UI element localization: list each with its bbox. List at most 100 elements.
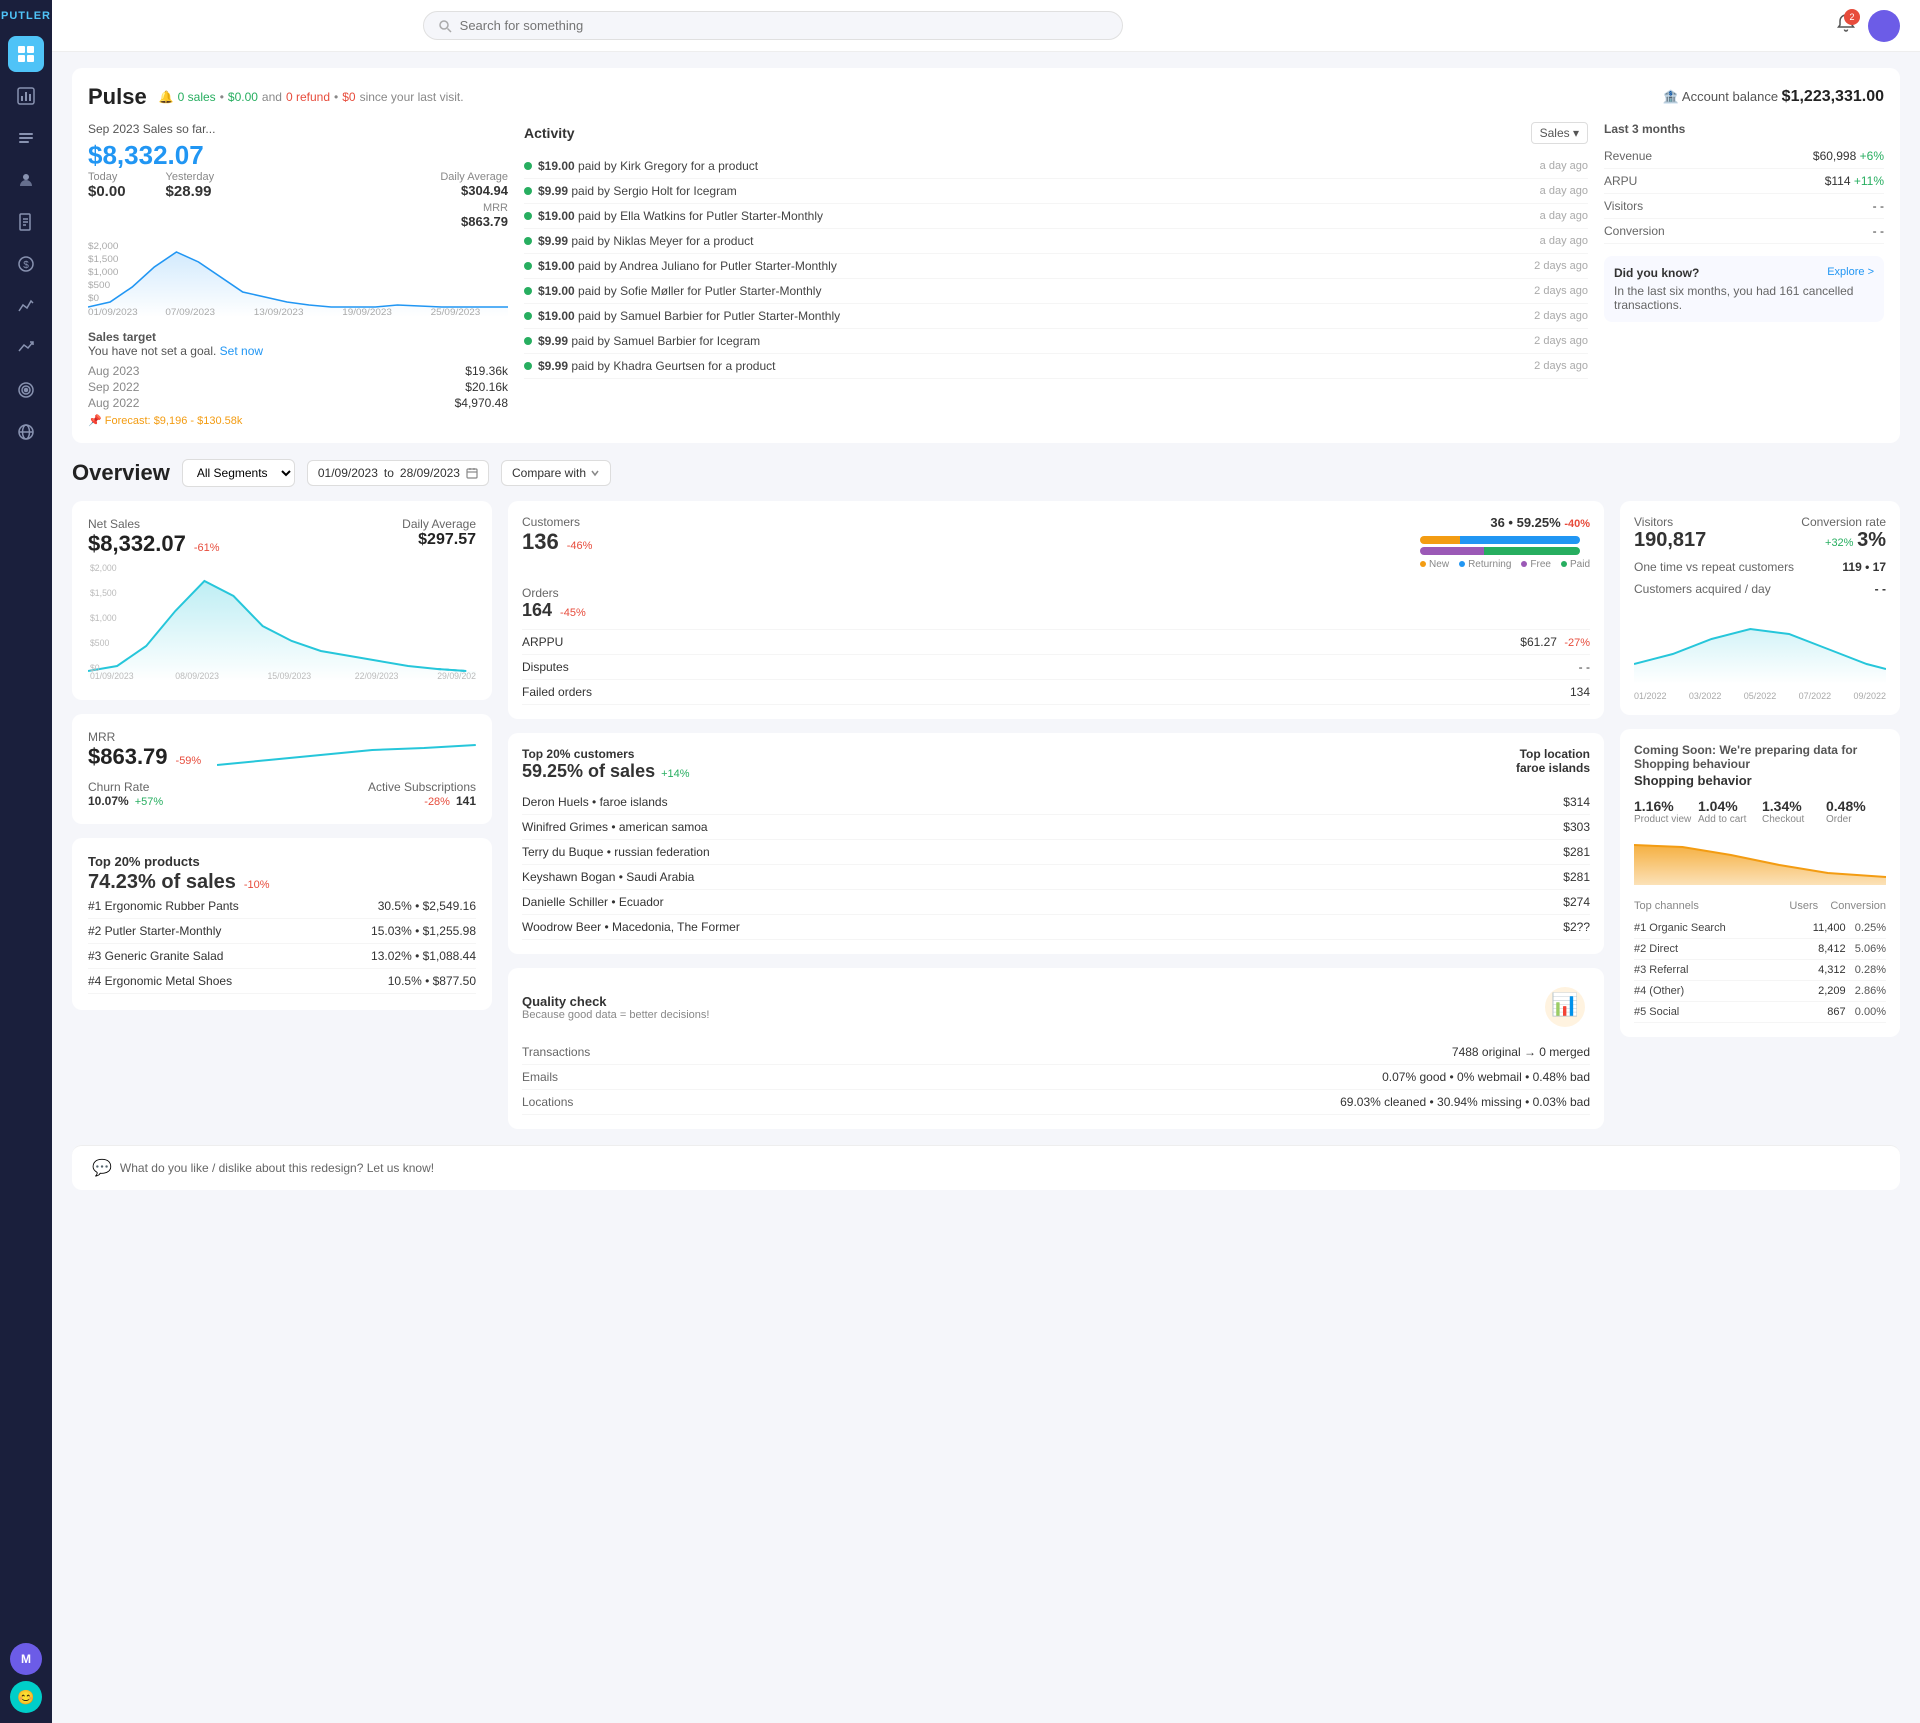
churn-label: Churn Rate [88, 780, 163, 794]
pulse-header: Pulse 🔔 0 sales • $0.00 and 0 refund • $… [88, 84, 1884, 110]
balance-card: Last 3 months Revenue $60,998 +6% ARPU $… [1604, 122, 1884, 427]
sidebar-avatar-face[interactable]: 😊 [10, 1681, 42, 1713]
svg-text:$1,500: $1,500 [90, 588, 117, 598]
pulse-since-text: since your last visit. [360, 90, 464, 104]
list-item: Woodrow Beer • Macedonia, The Former$2?? [522, 915, 1590, 940]
sidebar-item-reports[interactable] [8, 204, 44, 240]
pulse-sales-count: 0 sales [178, 90, 216, 104]
conversion-change-ov: +32% [1825, 537, 1853, 549]
net-sales-chart: 01/09/2023 08/09/2023 15/09/2023 22/09/2… [88, 561, 476, 681]
list-item: Winifred Grimes • american samoa$303 [522, 815, 1590, 840]
list-item: Locations 69.03% cleaned • 30.94% missin… [522, 1090, 1590, 1115]
visitors-chart [1634, 604, 1886, 684]
sidebar-item-analytics[interactable] [8, 288, 44, 324]
activity-dot [524, 262, 532, 270]
user-avatar[interactable] [1868, 10, 1900, 42]
daily-avg-val: $304.94 [440, 183, 508, 198]
net-sales-change: -61% [194, 542, 220, 554]
list-item: #1 Ergonomic Rubber Pants 30.5% • $2,549… [88, 894, 476, 919]
set-now-button[interactable]: Set now [220, 344, 263, 358]
disputes-row: Disputes - - [522, 655, 1590, 680]
sidebar: PUTLER $ M 😊 [0, 0, 52, 1723]
svg-text:$1,000: $1,000 [90, 613, 117, 623]
overview-header: Overview All Segments 01/09/2023 to 28/0… [72, 459, 1900, 487]
top-products-card: Top 20% products 74.23% of sales -10% #1… [72, 838, 492, 1010]
sidebar-avatar-m[interactable]: M [10, 1643, 42, 1675]
customers-label: Customers [522, 515, 592, 529]
search-box[interactable] [423, 11, 1123, 40]
activity-list: $19.00 paid by Kirk Gregory for a produc… [524, 154, 1588, 379]
sales-stat-today: Today $0.00 [88, 171, 126, 229]
active-sub-label: Active Subscriptions [368, 780, 476, 794]
forecast-label: Forecast: [105, 415, 151, 427]
balance-row-visitors: Visitors - - [1604, 194, 1884, 219]
list-item: Danielle Schiller • Ecuador$274 [522, 890, 1590, 915]
cust-legend: New Returning Free Paid [1420, 559, 1590, 570]
target-label: Sales target [88, 330, 156, 344]
sidebar-item-orders[interactable] [8, 120, 44, 156]
sidebar-item-chart[interactable] [8, 78, 44, 114]
cust-bars [1420, 536, 1580, 555]
top-customers-change: +14% [661, 768, 689, 780]
compare-with-button[interactable]: Compare with [501, 460, 611, 486]
quality-sub: Because good data = better decisions! [522, 1009, 709, 1021]
date-range-picker[interactable]: 01/09/2023 to 28/09/2023 [307, 460, 489, 486]
aug2023-period: Aug 2023 [88, 364, 297, 378]
visitors-card: Visitors 190,817 Conversion rate +32% 3%… [1620, 501, 1900, 715]
channels-header: Top channels Users Conversion [1634, 900, 1886, 912]
activity-dropdown[interactable]: Sales ▾ [1531, 122, 1588, 144]
activity-dot [524, 212, 532, 220]
svg-text:19/09/2023: 19/09/2023 [342, 307, 392, 317]
aug2022-amount: $4,970.48 [299, 396, 508, 410]
chevron-down-icon [590, 468, 600, 478]
pulse-refund-amount: $0 [342, 90, 355, 104]
date-to: 28/09/2023 [400, 466, 460, 480]
sidebar-item-trends[interactable] [8, 330, 44, 366]
segment-dropdown[interactable]: All Segments [182, 459, 295, 487]
dyk-explore-button[interactable]: Explore > [1827, 266, 1874, 280]
list-item: $9.99 paid by Samuel Barbier for Icegram… [524, 329, 1588, 354]
sidebar-item-customers[interactable] [8, 162, 44, 198]
list-item: Transactions 7488 original → 0 merged [522, 1040, 1590, 1065]
dyk-title: Did you know? [1614, 266, 1699, 280]
daily-avg-overview: Daily Average $297.57 [402, 517, 476, 549]
sidebar-item-globe[interactable] [8, 414, 44, 450]
conversion-label-ov: Conversion rate [1801, 515, 1886, 529]
header-right: 2 [1836, 10, 1900, 42]
list-item: Emails 0.07% good • 0% webmail • 0.48% b… [522, 1065, 1590, 1090]
sidebar-item-goals[interactable] [8, 372, 44, 408]
search-input[interactable] [460, 18, 1108, 33]
churn-val: 10.07% [88, 794, 129, 808]
notification-button[interactable]: 2 [1836, 13, 1856, 38]
customers-val: 136 [522, 529, 559, 555]
orders-val: 164 [522, 600, 552, 621]
list-item: #2 Direct 8,412 5.06% [1634, 939, 1886, 960]
svg-text:25/09/2023: 25/09/2023 [431, 307, 481, 317]
svg-text:$500: $500 [88, 280, 110, 290]
sidebar-item-payments[interactable]: $ [8, 246, 44, 282]
yesterday-label: Yesterday [166, 171, 215, 183]
top-customers-pct: 59.25% of sales [522, 761, 655, 782]
sidebar-item-dashboard[interactable] [8, 36, 44, 72]
top-products-label: Top 20% products [88, 854, 476, 869]
net-sales-value: $8,332.07 [88, 531, 186, 557]
sep2022-amount: $20.16k [299, 380, 508, 394]
mrr-card: MRR $863.79 -59% [72, 714, 492, 824]
disputes-val: - - [1579, 660, 1590, 674]
shopping-label: Shopping behavior [1634, 773, 1886, 788]
overview-right-col: Visitors 190,817 Conversion rate +32% 3%… [1620, 501, 1900, 1129]
channels-title: Top channels [1634, 900, 1699, 912]
activity-dot [524, 187, 532, 195]
visitors-val-pulse: - - [1873, 199, 1884, 213]
forecast: 📌 Forecast: $9,196 - $130.58k [88, 414, 508, 427]
activity-dot [524, 362, 532, 370]
overview-left-col: Net Sales $8,332.07 -61% Daily Average $… [72, 501, 492, 1129]
svg-text:$1,500: $1,500 [88, 254, 118, 264]
cust-detail: 36 • 59.25% -40% [1420, 515, 1590, 530]
shopping-card: Coming Soon: We're preparing data for Sh… [1620, 729, 1900, 1037]
list-item: #1 Organic Search 11,400 0.25% [1634, 918, 1886, 939]
feedback-bar: 💬 What do you like / dislike about this … [72, 1145, 1900, 1190]
svg-text:$2,000: $2,000 [90, 563, 117, 573]
list-item: $19.00 paid by Samuel Barbier for Putler… [524, 304, 1588, 329]
svg-text:$500: $500 [90, 638, 109, 648]
